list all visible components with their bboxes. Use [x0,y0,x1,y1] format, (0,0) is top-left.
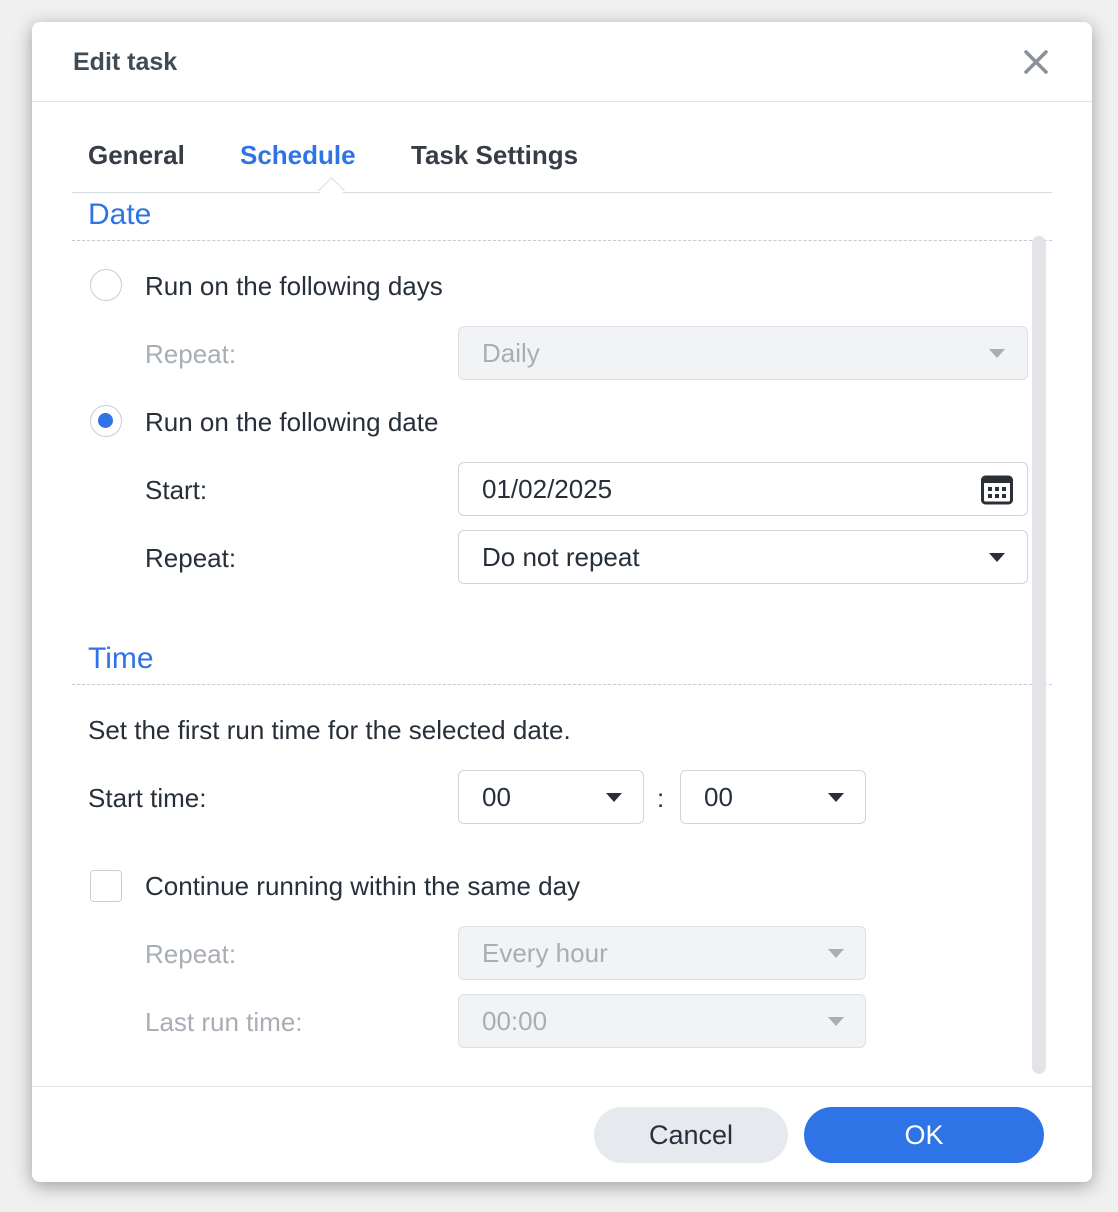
close-icon[interactable] [1020,46,1052,78]
date-section-divider [72,240,1052,241]
time-repeat-value: Every hour [482,938,608,968]
chevron-down-icon [828,949,844,958]
start-hour-value: 00 [482,782,511,812]
start-minute-select[interactable]: 00 [680,770,866,824]
run-following-days-radio[interactable] [90,269,122,301]
run-following-date-radio[interactable] [90,405,122,437]
start-minute-value: 00 [704,782,733,812]
last-run-time-value: 00:00 [482,1006,548,1036]
date-section-title: Date [88,198,152,231]
dialog-footer: Cancel OK [32,1086,1092,1182]
date-repeat-label: Repeat: [145,543,237,573]
chevron-down-icon [828,793,844,802]
time-repeat-label: Repeat: [145,939,237,969]
start-hour-select[interactable]: 00 [458,770,644,824]
continue-running-label: Continue running within the same day [145,871,581,901]
tab-task-settings[interactable]: Task Settings [411,140,578,171]
days-repeat-select[interactable]: Daily [458,326,1028,380]
chevron-down-icon [606,793,622,802]
chevron-down-icon [828,1017,844,1026]
edit-task-dialog: Edit task General Schedule Task Settings… [32,22,1092,1182]
calendar-icon[interactable] [981,475,1013,505]
last-run-time-label: Last run time: [145,1007,303,1037]
chevron-down-icon [989,349,1005,358]
continue-running-checkbox[interactable] [90,870,122,902]
date-repeat-select[interactable]: Do not repeat [458,530,1028,584]
start-date-label: Start: [145,475,208,505]
tab-bar: General Schedule Task Settings [72,140,1052,204]
tab-general[interactable]: General [88,140,185,171]
date-repeat-value: Do not repeat [482,542,640,572]
last-run-time-select[interactable]: 00:00 [458,994,866,1048]
days-repeat-value: Daily [482,338,540,368]
start-time-label: Start time: [88,783,207,813]
tab-schedule[interactable]: Schedule [240,140,356,171]
dialog-title: Edit task [73,48,178,76]
time-repeat-select[interactable]: Every hour [458,926,866,980]
run-following-days-label: Run on the following days [145,271,443,301]
scrollbar[interactable] [1032,236,1046,1074]
time-section-divider [72,684,1052,685]
days-repeat-label: Repeat: [145,339,237,369]
dialog-header: Edit task [32,22,1092,102]
time-separator: : [657,783,665,813]
start-date-value: 01/02/2025 [482,474,613,504]
start-date-field[interactable]: 01/02/2025 [458,462,1028,516]
chevron-down-icon [989,553,1005,562]
cancel-button[interactable]: Cancel [594,1107,788,1163]
time-section-title: Time [88,642,154,675]
schedule-panel: Date Run on the following days Repeat: D… [72,193,1052,1086]
time-description: Set the first run time for the selected … [88,715,571,745]
ok-button[interactable]: OK [804,1107,1044,1163]
run-following-date-label: Run on the following date [145,407,439,437]
